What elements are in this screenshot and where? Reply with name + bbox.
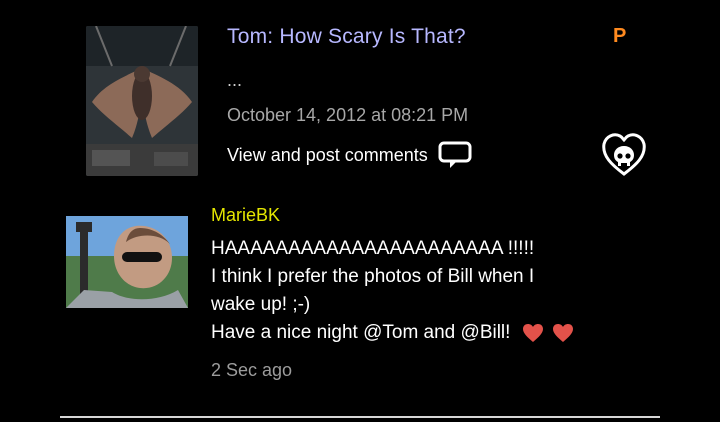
post-thumbnail[interactable]	[86, 26, 198, 176]
red-heart-icon	[522, 323, 544, 343]
divider	[60, 416, 660, 418]
view-comments-link[interactable]: View and post comments	[227, 140, 474, 170]
post-excerpt: ...	[227, 70, 243, 90]
comment-timestamp: 2 Sec ago	[211, 360, 293, 380]
avatar[interactable]	[66, 216, 188, 308]
post-item[interactable]: Tom: How Scary Is That? P ... October 14…	[0, 0, 720, 190]
skull-heart-icon[interactable]	[598, 128, 650, 180]
bat-specimen-image	[86, 26, 198, 176]
comment-bubble-icon[interactable]	[438, 140, 474, 170]
comment-body: HAAAAAAAAAAAAAAAAAAAAAA !!!!! I think I …	[211, 235, 661, 347]
red-heart-icon	[552, 323, 574, 343]
avatar-photo	[66, 216, 188, 308]
comment-line: Have a nice night @Tom and @Bill!	[211, 319, 661, 347]
post-title[interactable]: Tom: How Scary Is That?	[227, 25, 466, 49]
comment-line-text: Have a nice night @Tom and @Bill!	[211, 322, 511, 343]
comment-line: HAAAAAAAAAAAAAAAAAAAAAA !!!!!	[211, 238, 535, 259]
post-date: October 14, 2012 at 08:21 PM	[227, 105, 469, 125]
comment-line: I think I prefer the photos of Bill when…	[211, 266, 535, 287]
view-comments-label: View and post comments	[227, 144, 428, 165]
post-badge: P	[613, 25, 627, 47]
comment-line: wake up! ;-)	[211, 294, 311, 315]
comment-author[interactable]: MarieBK	[211, 205, 280, 226]
heart-emojis	[522, 323, 574, 343]
comment-item: MarieBK HAAAAAAAAAAAAAAAAAAAAAA !!!!! I …	[0, 195, 720, 395]
